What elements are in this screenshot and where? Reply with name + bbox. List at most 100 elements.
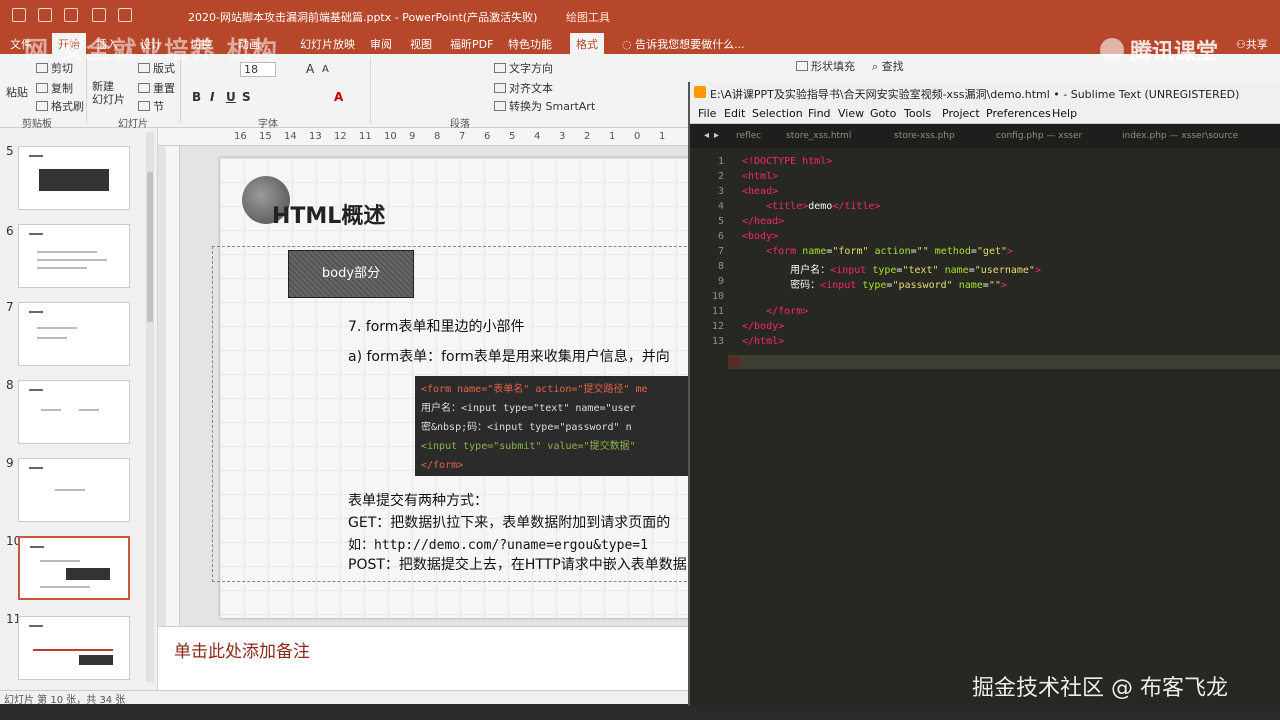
new-slide-button[interactable]: 新建 幻灯片 <box>92 80 125 106</box>
align-text-icon <box>494 83 506 93</box>
tab-slideshow[interactable]: 幻灯片放映 <box>300 36 355 52</box>
ruler-tick: 5 <box>509 131 516 142</box>
slide-thumbnail[interactable] <box>18 380 130 444</box>
thumb-line <box>79 409 99 411</box>
tab-format[interactable]: 格式 <box>570 33 604 55</box>
menu-help[interactable]: Help <box>1052 107 1077 120</box>
get-description: GET：把数据扒拉下来，表单数据附加到请求页面的 <box>348 515 671 531</box>
section-button[interactable]: 节 <box>138 98 164 114</box>
find-button[interactable]: ⌕ 查找 <box>872 58 904 74</box>
reset-button[interactable]: 重置 <box>138 80 175 96</box>
convert-smartart-button[interactable]: 转换为 SmartArt <box>494 98 595 114</box>
ruler-tick: 9 <box>409 131 416 142</box>
format-painter-button[interactable]: 格式刷 <box>36 98 84 114</box>
example-url: 如：http://demo.com/?uname=ergou&type=1 <box>348 538 648 553</box>
shadow-button[interactable]: S <box>242 90 251 104</box>
bold-button[interactable]: B <box>192 90 201 104</box>
tab-file[interactable]: index.php — xsser\source <box>1122 131 1238 141</box>
ruler-tick: 11 <box>359 131 372 142</box>
save-icon[interactable] <box>12 8 26 22</box>
brush-icon <box>36 101 48 111</box>
tab-file[interactable]: store_xss.html <box>786 131 851 141</box>
menu-edit[interactable]: Edit <box>724 107 745 120</box>
tab-view[interactable]: 视图 <box>410 36 432 52</box>
smartart-icon <box>494 101 506 111</box>
sublime-tab-bar: ◂ ▸ reflec store_xss.html store-xss.php … <box>690 124 1280 148</box>
thumb-line <box>37 259 107 261</box>
menu-project[interactable]: Project <box>942 107 980 120</box>
menu-selection[interactable]: Selection <box>752 107 803 120</box>
thumb-code-block <box>39 169 109 191</box>
body-label-box[interactable]: body部分 <box>288 250 414 298</box>
tab-foxit-pdf[interactable]: 福昕PDF <box>450 36 493 52</box>
thumb-code-block <box>79 655 113 665</box>
customize-toolbar-icon[interactable] <box>118 8 132 22</box>
line-number: 6 <box>717 231 724 242</box>
taskbar <box>0 704 1280 720</box>
menu-tools[interactable]: Tools <box>904 107 931 120</box>
tab-file[interactable]: config.php — xsser <box>996 131 1082 141</box>
slide-canvas[interactable]: HTML概述 body部分 7. form表单和里边的小部件 a) form表单… <box>212 158 690 618</box>
grow-font-button[interactable]: A <box>306 62 314 76</box>
tab-scroll-left-icon[interactable]: ◂ <box>704 130 709 141</box>
thumb-line <box>37 251 97 253</box>
slide-title[interactable]: HTML概述 <box>272 198 385 230</box>
underline-button[interactable]: U <box>226 90 236 104</box>
scrollbar-thumb[interactable] <box>147 172 153 322</box>
user-icon: ⚇ <box>1236 38 1246 51</box>
thumb-number: 8 <box>6 378 14 392</box>
ruler-tick: 6 <box>484 131 491 142</box>
watermark-text: 网 安全就业培养 机构 <box>24 36 279 64</box>
slide-thumbnail[interactable] <box>18 302 130 366</box>
align-text-button[interactable]: 对齐文本 <box>494 80 553 96</box>
copy-icon <box>36 83 48 93</box>
slide-thumbnail-panel: 5 6 7 8 9 10 11 <box>0 128 158 690</box>
thumb-line <box>29 311 43 313</box>
slide-thumbnail[interactable] <box>18 458 130 522</box>
redo-icon[interactable] <box>64 8 78 22</box>
line-number: 2 <box>717 171 724 182</box>
menu-file[interactable]: File <box>698 107 716 120</box>
menu-view[interactable]: View <box>838 107 864 120</box>
screen: 2020-网站脚本攻击漏洞前端基础篇.pptx - PowerPoint(产品激… <box>0 0 1280 720</box>
share-button[interactable]: ⚇共享 <box>1236 36 1268 52</box>
tab-scroll-right-icon[interactable]: ▸ <box>714 130 719 141</box>
start-slideshow-icon[interactable] <box>92 8 106 22</box>
line-number: 4 <box>717 201 724 212</box>
ribbon-divider <box>86 58 87 124</box>
menu-find[interactable]: Find <box>808 107 831 120</box>
menu-preferences[interactable]: Preferences <box>986 107 1051 120</box>
menu-goto[interactable]: Goto <box>870 107 896 120</box>
line-number: 9 <box>717 276 724 287</box>
tab-features[interactable]: 特色功能 <box>508 36 552 52</box>
text-direction-button[interactable]: 文字方向 <box>494 60 553 76</box>
tab-file[interactable]: reflec <box>736 131 761 141</box>
thumb-line <box>29 155 43 157</box>
ppt-title-bar: 2020-网站脚本攻击漏洞前端基础篇.pptx - PowerPoint(产品激… <box>0 0 1280 32</box>
code-line: <body> <box>742 231 779 242</box>
vertical-ruler <box>166 146 180 626</box>
slide-thumbnail-active[interactable] <box>18 536 130 600</box>
thumbnail-scrollbar[interactable] <box>146 132 154 682</box>
undo-icon[interactable] <box>38 8 52 22</box>
notes-placeholder[interactable]: 单击此处添加备注 <box>174 637 310 662</box>
font-color-button[interactable]: A <box>334 90 343 104</box>
ribbon-divider <box>180 58 181 124</box>
slide-thumbnail[interactable] <box>18 146 130 210</box>
slide-thumbnail[interactable] <box>18 224 130 288</box>
code-line: </head> <box>742 216 785 227</box>
shape-fill-button[interactable]: 形状填充 <box>796 58 855 74</box>
slide-thumbnail[interactable] <box>18 616 130 680</box>
speaker-notes-pane[interactable]: 单击此处添加备注 <box>158 626 690 690</box>
tell-me-search[interactable]: ◌ 告诉我您想要做什么... <box>622 36 745 52</box>
copy-button[interactable]: 复制 <box>36 80 73 96</box>
copy-label: 复制 <box>51 82 73 95</box>
share-label: 共享 <box>1245 38 1268 51</box>
paste-button[interactable]: 粘贴 <box>6 84 28 100</box>
ruler-tick: 3 <box>559 131 566 142</box>
code-editor[interactable]: <!DOCTYPE html> <html> <head> <title>dem… <box>742 148 1280 706</box>
tab-file[interactable]: store-xss.php <box>894 131 955 141</box>
italic-button[interactable]: I <box>210 90 214 104</box>
tab-review[interactable]: 审阅 <box>370 36 392 52</box>
shrink-font-button[interactable]: A <box>322 64 329 75</box>
